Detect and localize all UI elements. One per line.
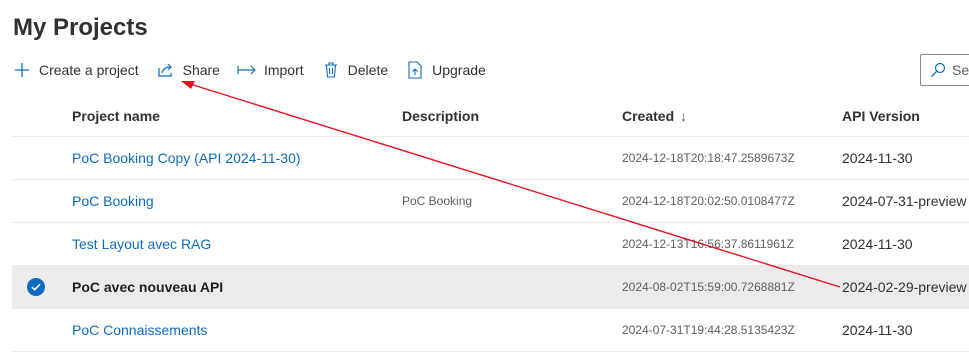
- project-api-version: 2024-11-30: [842, 322, 913, 338]
- import-label: Import: [263, 62, 304, 78]
- project-created: 2024-08-02T15:59:00.7268881Z: [622, 280, 795, 294]
- row-checkbox[interactable]: [12, 223, 60, 265]
- table-row[interactable]: PoC Connaissements 2024-07-31T19:44:28.5…: [12, 309, 969, 352]
- delete-button[interactable]: Delete: [321, 56, 388, 84]
- project-name-link[interactable]: Test Layout avec RAG: [72, 223, 211, 265]
- column-header-created-label: Created: [622, 108, 675, 124]
- table-row[interactable]: PoC Booking Copy (API 2024-11-30) 2024-1…: [12, 137, 969, 180]
- table-row[interactable]: Test Layout avec RAG 2024-12-13T16:56:37…: [12, 223, 969, 266]
- project-name-link[interactable]: PoC Booking Copy (API 2024-11-30): [72, 137, 301, 179]
- create-project-button[interactable]: Create a project: [12, 56, 139, 84]
- share-icon: [156, 60, 176, 80]
- checkmark-icon: [27, 278, 45, 296]
- row-checkbox-checked[interactable]: [12, 266, 60, 308]
- project-api-version: 2024-11-30: [842, 236, 913, 252]
- share-button[interactable]: Share: [156, 56, 220, 84]
- row-checkbox[interactable]: [12, 309, 60, 351]
- column-header-created[interactable]: Created ↓: [622, 96, 687, 136]
- upgrade-label: Upgrade: [432, 62, 486, 78]
- import-arrow-icon: [237, 60, 257, 80]
- project-name-link[interactable]: PoC avec nouveau API: [72, 266, 223, 308]
- project-name-link[interactable]: PoC Booking: [72, 180, 154, 222]
- search-placeholder: Se: [952, 62, 969, 78]
- import-button[interactable]: Import: [237, 56, 304, 84]
- project-api-version: 2024-02-29-preview: [842, 279, 967, 295]
- trash-icon: [321, 60, 341, 80]
- create-project-label: Create a project: [39, 62, 139, 78]
- project-created: 2024-07-31T19:44:28.5135423Z: [622, 323, 795, 337]
- row-checkbox[interactable]: [12, 137, 60, 179]
- column-header-description[interactable]: Description: [402, 96, 479, 136]
- column-header-project-name[interactable]: Project name: [72, 96, 160, 136]
- upgrade-button[interactable]: Upgrade: [405, 56, 486, 84]
- search-input[interactable]: Se: [920, 54, 969, 86]
- plus-icon: [12, 60, 32, 80]
- projects-table: Project name Description Created ↓ API V…: [12, 96, 969, 352]
- table-header-row: Project name Description Created ↓ API V…: [12, 96, 969, 137]
- column-header-api-version[interactable]: API Version: [842, 96, 920, 136]
- table-row-selected[interactable]: PoC avec nouveau API 2024-08-02T15:59:00…: [12, 266, 969, 309]
- page-title: My Projects: [13, 14, 148, 41]
- project-description: PoC Booking: [402, 194, 473, 208]
- search-icon: [930, 62, 946, 78]
- project-name-link[interactable]: PoC Connaissements: [72, 309, 207, 351]
- share-label: Share: [182, 62, 220, 78]
- command-bar: Create a project Share Import Delete Upg…: [12, 56, 503, 84]
- project-created: 2024-12-13T16:56:37.8611961Z: [622, 237, 794, 251]
- upgrade-icon: [405, 60, 425, 80]
- delete-label: Delete: [347, 62, 389, 78]
- project-created: 2024-12-18T20:02:50.0108477Z: [622, 194, 795, 208]
- row-checkbox[interactable]: [12, 180, 60, 222]
- sort-descending-icon: ↓: [680, 108, 688, 124]
- project-api-version: 2024-07-31-preview: [842, 193, 967, 209]
- table-row[interactable]: PoC Booking PoC Booking 2024-12-18T20:02…: [12, 180, 969, 223]
- project-api-version: 2024-11-30: [842, 150, 913, 166]
- project-created: 2024-12-18T20:18:47.2589673Z: [622, 151, 795, 165]
